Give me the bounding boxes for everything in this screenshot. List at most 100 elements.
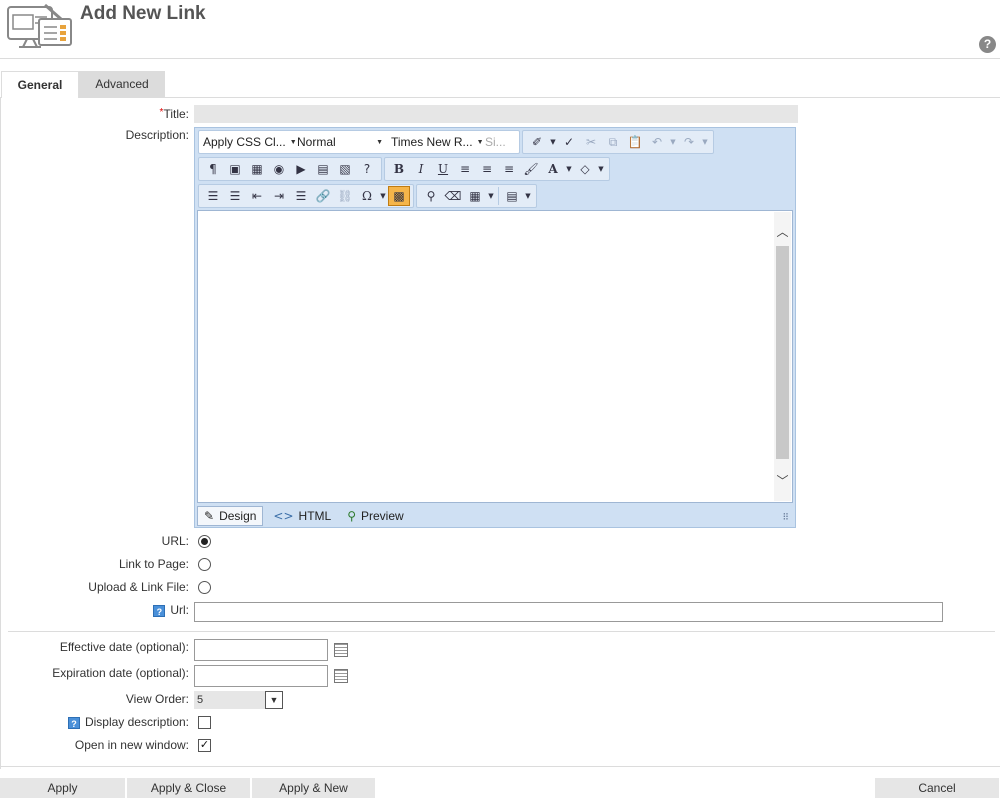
bold-icon[interactable]: B	[388, 159, 410, 179]
indent-icon[interactable]: ⇥	[268, 186, 290, 206]
paste-icon[interactable]: 📋	[624, 132, 646, 152]
align-center-icon[interactable]: ≡	[476, 159, 498, 179]
italic-icon[interactable]: I	[410, 159, 432, 179]
background-color-dropdown-icon[interactable]: ▼	[596, 159, 606, 179]
paragraph-insert-icon[interactable]: ¶	[202, 159, 224, 179]
editor-toolbar-row-3: ☰ ☰ ⇤ ⇥ ☰ 🔗 ⛓ Ω ▼ ▩ ⚲ ⌫ ▦ ▼ ▤ ▼	[198, 184, 539, 208]
tab-general[interactable]: General	[1, 71, 79, 98]
editor-content-area[interactable]: ︿ ﹀	[197, 210, 793, 503]
copy-icon[interactable]: ⧉	[602, 132, 624, 152]
title-input[interactable]	[194, 105, 798, 123]
document-manager-icon[interactable]: ▤	[312, 159, 334, 179]
template-manager-icon[interactable]: ▧	[334, 159, 356, 179]
tab-divider	[165, 97, 1000, 98]
apply-close-button[interactable]: Apply & Close	[127, 778, 251, 798]
numbered-list-icon[interactable]: ☰	[202, 186, 224, 206]
url-radio-label: URL:	[161, 534, 189, 548]
insert-table-dropdown-icon[interactable]: ▼	[486, 186, 496, 206]
help-icon[interactable]: ?	[153, 604, 166, 617]
expiration-date-label: Expiration date (optional):	[52, 666, 189, 680]
scroll-thumb[interactable]	[776, 246, 789, 459]
css-class-dropdown[interactable]: Apply CSS Cl... ▼	[199, 132, 297, 152]
flash-manager-icon[interactable]: ◉	[268, 159, 290, 179]
link-to-page-radio[interactable]	[198, 558, 211, 571]
expiration-date-input[interactable]	[194, 665, 328, 687]
format-stripper-icon[interactable]: ✐	[526, 132, 548, 152]
rich-text-editor: Apply CSS Cl... ▼ Normal ▼ Times New R... ▼…	[194, 127, 796, 528]
module-manager-icon[interactable]: ▤	[501, 186, 523, 206]
page-title: Add New Link	[80, 3, 206, 24]
content-border	[0, 97, 1, 769]
undo-dropdown-icon[interactable]: ▼	[668, 132, 678, 152]
cleanup-icon[interactable]: ⌫	[442, 186, 464, 206]
upload-link-file-radio[interactable]	[198, 581, 211, 594]
url-input[interactable]	[194, 602, 943, 622]
mode-design-tab[interactable]: ✎ Design	[197, 505, 264, 526]
module-manager-dropdown-icon[interactable]: ▼	[523, 186, 533, 206]
format-stripper-dropdown-icon[interactable]: ▼	[548, 132, 558, 152]
scroll-up-icon[interactable]: ︿	[774, 222, 791, 242]
scroll-down-icon[interactable]: ﹀	[774, 471, 791, 491]
display-description-label: ? Display description:	[67, 715, 189, 729]
outdent-icon[interactable]: ⇤	[246, 186, 268, 206]
apply-button[interactable]: Apply	[0, 778, 126, 798]
toggle-table-border-icon[interactable]: ▩	[388, 186, 410, 206]
font-size-dropdown[interactable]: Si...	[481, 132, 519, 152]
hyperlink-icon[interactable]: 🔗	[312, 186, 334, 206]
app-logo-icon	[5, 1, 75, 51]
mode-preview-tab[interactable]: ⚲ Preview	[341, 506, 409, 526]
title-label: *Title:	[159, 107, 189, 121]
view-order-label: View Order:	[125, 692, 189, 706]
align-left-icon[interactable]: ≡	[454, 159, 476, 179]
open-new-window-label: Open in new window:	[74, 738, 189, 752]
editor-toolbar-row-1: Apply CSS Cl... ▼ Normal ▼ Times New R... ▼…	[198, 130, 716, 154]
help-icon[interactable]: ?	[67, 716, 80, 729]
underline-icon[interactable]: U	[432, 159, 454, 179]
description-label: Description:	[125, 128, 189, 142]
undo-icon[interactable]: ↶	[646, 132, 668, 152]
special-characters-icon[interactable]: Ω	[356, 186, 378, 206]
calendar-icon[interactable]	[334, 669, 348, 683]
spellcheck-icon[interactable]: ✓	[558, 132, 580, 152]
header-divider	[0, 58, 1000, 59]
view-order-select[interactable]: 5 ▼	[194, 691, 283, 709]
tab-advanced[interactable]: Advanced	[79, 71, 165, 98]
apply-new-button[interactable]: Apply & New	[252, 778, 376, 798]
url-field-label: ? Url:	[153, 603, 189, 617]
font-color-dropdown-icon[interactable]: ▼	[564, 159, 574, 179]
media-manager-icon[interactable]: ▶	[290, 159, 312, 179]
code-icon: <>	[273, 508, 294, 523]
justify-icon[interactable]: ☰	[290, 186, 312, 206]
align-right-icon[interactable]: ≡	[498, 159, 520, 179]
mode-html-tab[interactable]: <> HTML	[267, 506, 337, 526]
image-map-icon[interactable]: ▦	[246, 159, 268, 179]
paragraph-style-dropdown[interactable]: Normal ▼	[293, 132, 387, 152]
help-icon[interactable]: ?	[979, 36, 996, 53]
editor-scrollbar[interactable]: ︿ ﹀	[774, 212, 791, 501]
redo-dropdown-icon[interactable]: ▼	[700, 132, 710, 152]
footer-divider	[0, 766, 1000, 767]
effective-date-input[interactable]	[194, 639, 328, 661]
font-color-icon[interactable]: A	[542, 159, 564, 179]
special-characters-dropdown-icon[interactable]: ▼	[378, 186, 388, 206]
insert-table-icon[interactable]: ▦	[464, 186, 486, 206]
cancel-button[interactable]: Cancel	[875, 778, 1000, 798]
resize-grip-icon[interactable]: ⠿	[782, 512, 789, 523]
open-new-window-checkbox[interactable]: ✓	[198, 739, 211, 752]
editor-help-icon[interactable]: ?	[356, 159, 378, 179]
unlink-icon[interactable]: ⛓	[334, 186, 356, 206]
chevron-down-icon[interactable]: ▼	[265, 691, 283, 709]
cut-icon[interactable]: ✂	[580, 132, 602, 152]
redo-icon[interactable]: ↷	[678, 132, 700, 152]
display-description-checkbox[interactable]	[198, 716, 211, 729]
image-manager-icon[interactable]: ▣	[224, 159, 246, 179]
effective-date-label: Effective date (optional):	[59, 640, 189, 654]
calendar-icon[interactable]	[334, 643, 348, 657]
bullet-list-icon[interactable]: ☰	[224, 186, 246, 206]
url-radio[interactable]	[198, 535, 211, 548]
font-name-dropdown[interactable]: Times New R... ▼	[387, 132, 484, 152]
background-color-icon[interactable]: ◇	[574, 159, 596, 179]
section-divider	[8, 631, 995, 632]
find-replace-icon[interactable]: ⚲	[420, 186, 442, 206]
format-painter-icon[interactable]: 🖌	[520, 159, 542, 179]
